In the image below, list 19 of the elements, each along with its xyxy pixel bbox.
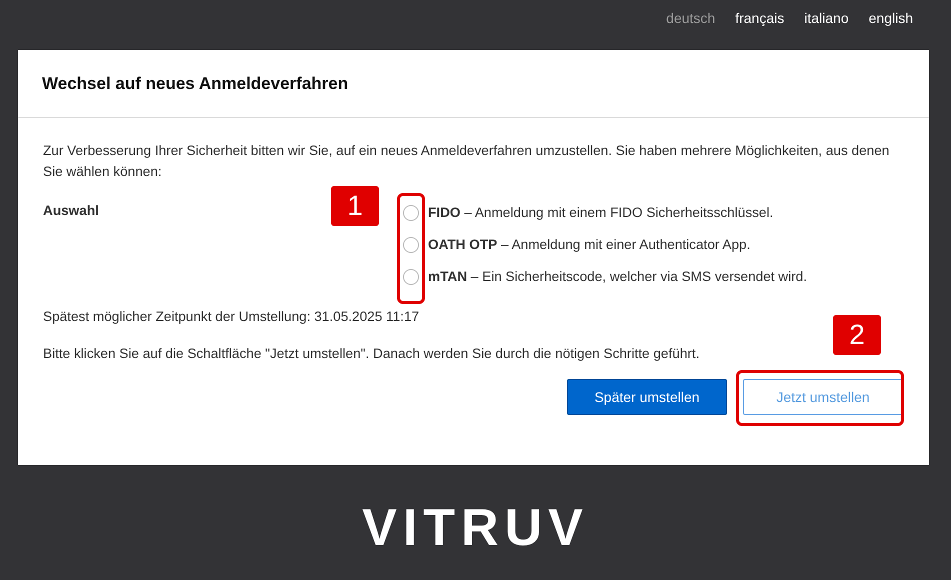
option-text: FIDO – Anmeldung mit einem FIDO Sicherheitsschlüssel. [428, 204, 774, 222]
choice-label: Auswahl [43, 203, 99, 218]
language-link[interactable]: english [868, 10, 913, 50]
dialog-title: Wechsel auf neues Anmeldeverfahren [42, 74, 348, 94]
later-button[interactable]: Später umstellen [567, 379, 727, 415]
language-link[interactable]: deutsch [666, 10, 716, 50]
language-link[interactable]: français [735, 10, 784, 50]
radio-button[interactable] [403, 237, 419, 253]
deadline-text: Spätest möglicher Zeitpunkt der Umstellung: 31.05.2025 11:17 [43, 308, 420, 326]
radio-button[interactable] [403, 269, 419, 285]
language-link[interactable]: italiano [804, 10, 849, 50]
instruction-text: Bitte klicken Sie auf die Schaltfläche "Jetzt umstellen". Danach werden Sie durch die nötigen Schritte geführt. [43, 345, 700, 363]
logo: VITRUV [362, 498, 589, 558]
intro-text: Zur Verbesserung Ihrer Sicherheit bitten wir Sie, auf ein neues Anmeldeverfahren umzustellen. Sie haben mehrere Möglichkeiten, aus denen Sie wählen können: [43, 142, 890, 181]
callout-badge: 1 [331, 186, 379, 226]
radio-button[interactable] [403, 205, 419, 221]
callout-badge: 2 [833, 315, 881, 355]
option-text: OATH OTP – Anmeldung mit einer Authenticator App. [428, 236, 750, 254]
option-text: mTAN – Ein Sicherheitscode, welcher via SMS versendet wird. [428, 268, 808, 286]
